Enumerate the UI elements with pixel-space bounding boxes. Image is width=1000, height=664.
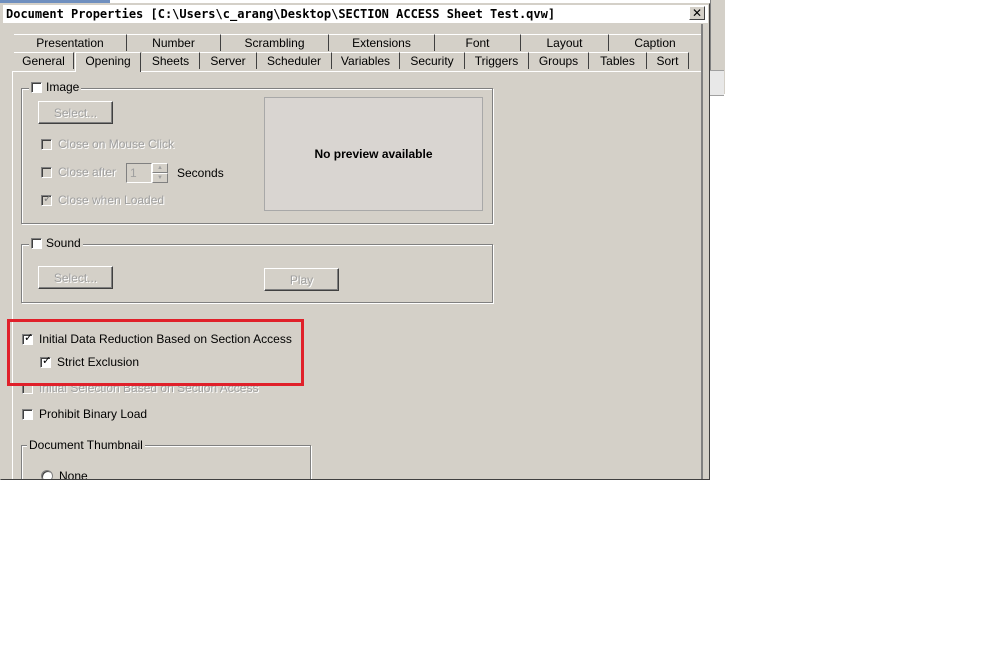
close-after-input[interactable]: 1 bbox=[126, 163, 152, 183]
tab-tables[interactable]: Tables bbox=[589, 52, 647, 69]
prohibit-binary-load-checkbox[interactable] bbox=[22, 408, 33, 420]
tab-font[interactable]: Font bbox=[435, 34, 521, 51]
close-after-label: Close after bbox=[58, 165, 117, 179]
tab-triggers[interactable]: Triggers bbox=[465, 52, 529, 69]
tab-general[interactable]: General bbox=[14, 52, 74, 69]
thumbnail-none-row: None bbox=[41, 469, 88, 480]
document-properties-dialog: Document Properties [C:\Users\c_arang\De… bbox=[0, 3, 710, 480]
checkmark-icon: ✓ bbox=[24, 331, 34, 344]
strict-exclusion-label: Strict Exclusion bbox=[57, 355, 140, 369]
panel-shadow bbox=[701, 24, 703, 479]
image-checkbox-label: Image bbox=[46, 80, 80, 94]
prohibit-binary-load-row: Prohibit Binary Load bbox=[22, 407, 147, 421]
initial-selection-checkbox[interactable] bbox=[22, 382, 33, 394]
initial-data-reduction-row: ✓ Initial Data Reduction Based on Sectio… bbox=[22, 332, 292, 346]
initial-data-reduction-label: Initial Data Reduction Based on Section … bbox=[39, 332, 292, 346]
document-thumbnail-label: Document Thumbnail bbox=[29, 438, 143, 452]
prohibit-binary-load-label: Prohibit Binary Load bbox=[39, 407, 148, 421]
tab-security[interactable]: Security bbox=[400, 52, 465, 69]
close-after-spinner[interactable]: ▲ ▼ bbox=[152, 163, 168, 183]
tab-layout[interactable]: Layout bbox=[521, 34, 609, 51]
close-after-checkbox[interactable] bbox=[41, 166, 52, 178]
spin-down-icon[interactable]: ▼ bbox=[152, 173, 168, 183]
tab-opening[interactable]: Opening bbox=[75, 52, 141, 72]
spin-up-icon[interactable]: ▲ bbox=[152, 163, 168, 173]
close-on-mouse-click-label: Close on Mouse Click bbox=[58, 137, 175, 151]
tab-variables[interactable]: Variables bbox=[332, 52, 400, 69]
image-select-button[interactable]: Select... bbox=[38, 101, 113, 124]
title-bar[interactable]: Document Properties [C:\Users\c_arang\De… bbox=[3, 5, 708, 23]
tab-sheets[interactable]: Sheets bbox=[142, 52, 200, 69]
tab-groups[interactable]: Groups bbox=[529, 52, 589, 69]
strict-exclusion-checkbox[interactable]: ✓ bbox=[40, 354, 52, 368]
image-checkbox[interactable] bbox=[31, 81, 42, 93]
sound-group-legend: Sound bbox=[29, 236, 83, 250]
tab-scrambling[interactable]: Scrambling bbox=[221, 34, 329, 51]
initial-data-reduction-checkbox[interactable]: ✓ bbox=[22, 331, 34, 345]
close-on-mouse-click-row: Close on Mouse Click bbox=[41, 137, 174, 151]
close-when-loaded-checkbox[interactable]: ✓ bbox=[41, 192, 53, 206]
close-on-mouse-click-checkbox[interactable] bbox=[41, 138, 52, 150]
tab-sort[interactable]: Sort bbox=[647, 52, 689, 69]
close-when-loaded-row: ✓ Close when Loaded bbox=[41, 193, 164, 207]
seconds-label: Seconds bbox=[177, 166, 224, 180]
thumbnail-none-radio[interactable] bbox=[41, 470, 53, 479]
background-window-strip bbox=[710, 70, 724, 96]
close-button[interactable]: ✕ bbox=[689, 6, 705, 20]
tab-caption[interactable]: Caption bbox=[609, 34, 702, 51]
play-button[interactable]: Play bbox=[264, 268, 339, 291]
thumbnail-none-label: None bbox=[59, 469, 88, 480]
tab-presentation[interactable]: Presentation bbox=[14, 34, 127, 51]
image-group-legend: Image bbox=[29, 80, 82, 94]
sound-checkbox-label: Sound bbox=[46, 236, 81, 250]
close-after-row: Close after bbox=[41, 165, 116, 179]
sound-checkbox[interactable] bbox=[31, 237, 42, 249]
tab-server[interactable]: Server bbox=[200, 52, 257, 69]
image-preview: No preview available bbox=[264, 97, 483, 211]
close-when-loaded-label: Close when Loaded bbox=[58, 193, 165, 207]
strict-exclusion-row: ✓ Strict Exclusion bbox=[40, 355, 139, 369]
close-icon: ✕ bbox=[691, 6, 703, 20]
document-thumbnail-legend: Document Thumbnail bbox=[27, 438, 145, 452]
tab-scheduler[interactable]: Scheduler bbox=[257, 52, 332, 69]
initial-selection-label: Initial Selection Based on Section Acces… bbox=[39, 381, 259, 395]
preview-text: No preview available bbox=[314, 147, 433, 161]
tab-extensions[interactable]: Extensions bbox=[329, 34, 435, 51]
tab-number[interactable]: Number bbox=[127, 34, 221, 51]
checkmark-icon: ✓ bbox=[43, 192, 53, 205]
initial-selection-row: Initial Selection Based on Section Acces… bbox=[22, 381, 258, 395]
sound-select-button[interactable]: Select... bbox=[38, 266, 113, 289]
window-title: Document Properties [C:\Users\c_arang\De… bbox=[6, 7, 556, 21]
checkmark-icon: ✓ bbox=[42, 354, 52, 367]
